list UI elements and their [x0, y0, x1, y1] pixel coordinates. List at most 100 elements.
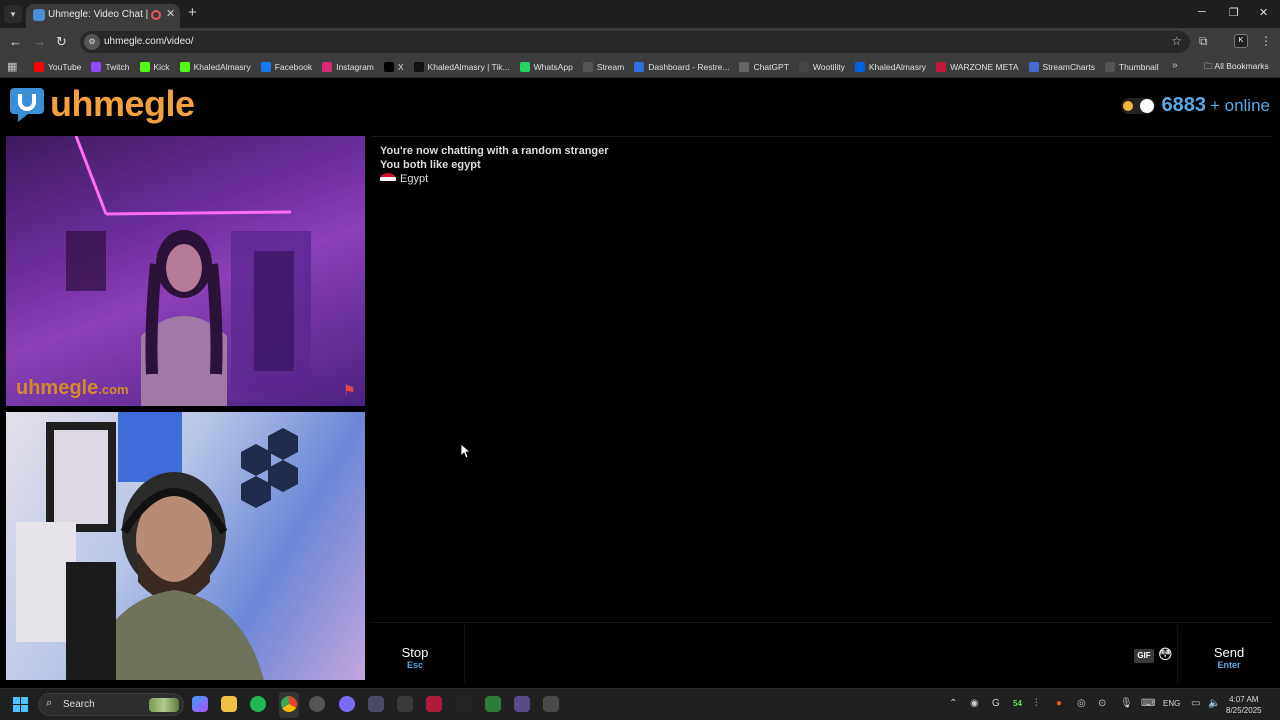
send-button[interactable]: Send Enter — [1186, 625, 1272, 683]
volume-icon[interactable]: 🔈 — [1208, 698, 1220, 709]
minimize-icon[interactable]: ─ — [1198, 6, 1206, 18]
reload-icon[interactable]: ↻ — [56, 34, 67, 50]
bookmark-item[interactable]: ChatGPT — [739, 62, 789, 72]
recording-indicator-icon — [151, 10, 161, 20]
app-icon-2[interactable] — [397, 696, 413, 712]
url-text[interactable]: uhmegle.com/video/ — [104, 36, 194, 47]
bookmark-item[interactable]: StreamCharts — [1028, 62, 1095, 72]
bookmark-item[interactable]: Twitch — [91, 62, 130, 72]
tab-search-chevron-icon[interactable]: ▾ — [4, 5, 22, 23]
obs-icon[interactable] — [309, 696, 325, 712]
taskbar-clock[interactable]: 4:07 AM 8/25/2025 — [1226, 694, 1262, 716]
country-name: Egypt — [400, 173, 429, 185]
windows-start-icon[interactable] — [13, 697, 28, 712]
windows-taskbar: ⌕ Search ⌃ ◉ G 54 ⫶ ● ◎ ⊙ 🎙 ⌨ ENG ▭ 🔈 4:… — [0, 688, 1280, 720]
bookmark-favicon-icon — [383, 62, 394, 72]
game-controller-icon[interactable] — [514, 696, 530, 712]
bookmark-favicon-icon — [179, 62, 190, 72]
bookmark-favicon-icon — [1104, 62, 1115, 72]
bookmark-favicon-icon — [634, 62, 645, 72]
emoji-picker-icon[interactable]: 😳 — [1158, 646, 1173, 663]
bookmark-item[interactable]: WhatsApp — [519, 62, 573, 72]
stop-button[interactable]: Stop Esc — [372, 625, 458, 683]
bookmark-item[interactable]: Stream — [582, 62, 624, 72]
more-bookmarks-icon[interactable]: » — [1172, 60, 1178, 71]
forward-icon[interactable]: → — [33, 34, 46, 49]
keyboard-icon[interactable]: ⌨ — [1141, 698, 1155, 709]
discord-icon[interactable] — [339, 696, 355, 712]
bookmark-favicon-icon — [413, 62, 424, 72]
file-explorer-icon[interactable] — [221, 696, 237, 712]
app-icon-1[interactable] — [368, 696, 384, 712]
bookmark-label: WhatsApp — [533, 62, 573, 72]
all-bookmarks-label: All Bookmarks — [1214, 61, 1269, 71]
settings-app-icon[interactable] — [543, 696, 559, 712]
stranger-country: Egypt — [380, 173, 428, 185]
bookmark-list: YouTube Twitch Kick KhaledAlmasry Facebook In… — [34, 56, 1159, 78]
bookmark-item[interactable]: Thumbnail — [1104, 62, 1159, 72]
bookmark-favicon-icon — [582, 62, 593, 72]
razer-icon[interactable] — [485, 696, 501, 712]
extensions-icon[interactable]: ⧉ — [1199, 34, 1208, 49]
logo-mark-icon — [10, 88, 44, 122]
profile-avatar[interactable]: K — [1234, 34, 1248, 48]
tray-counter: 54 — [1013, 699, 1022, 708]
bookmark-favicon-icon — [91, 62, 102, 72]
valorant-icon[interactable] — [426, 696, 442, 712]
report-flag-icon[interactable]: ⚑ — [343, 382, 359, 398]
input-language[interactable]: ENG — [1163, 699, 1180, 708]
browser-menu-icon[interactable]: ⋮ — [1260, 34, 1272, 48]
call-of-duty-icon[interactable] — [455, 696, 471, 712]
search-label: Search — [63, 699, 95, 710]
chat-common-interest: You both like egypt — [380, 159, 481, 171]
theme-toggle[interactable] — [1121, 97, 1156, 114]
bookmark-item[interactable]: Facebook — [260, 62, 312, 72]
stranger-video-scene — [66, 136, 311, 406]
mouse-cursor-icon — [461, 444, 471, 459]
tray-overflow-icon[interactable]: ⌃ — [949, 698, 957, 709]
apps-grid-icon[interactable]: ▦ — [7, 60, 17, 73]
bookmark-favicon-icon — [798, 62, 809, 72]
new-tab-icon[interactable]: + — [188, 5, 197, 21]
bookmark-item[interactable]: Wootility — [798, 62, 845, 72]
site-info-icon[interactable]: ⚙ — [84, 34, 100, 50]
message-input[interactable] — [464, 625, 1178, 683]
browser-tab[interactable]: Uhmegle: Video Chat | Ome ✕ — [26, 4, 180, 28]
bookmark-item[interactable]: Kick — [139, 62, 170, 72]
taskbar-search[interactable]: ⌕ Search — [38, 693, 184, 716]
gif-button[interactable]: GIF — [1134, 649, 1154, 663]
uhmegle-page: uhmegle 6883 + online uhmegle.com ⚑ You'… — [0, 78, 1280, 686]
chrome-icon[interactable] — [281, 696, 297, 712]
bookmark-item[interactable]: Instagram — [322, 62, 374, 72]
tray-record-icon[interactable]: ● — [1056, 698, 1062, 709]
back-icon[interactable]: ← — [9, 34, 22, 49]
microphone-icon[interactable]: 🎙 — [1120, 698, 1133, 709]
bookmark-label: Twitch — [105, 62, 130, 72]
maximize-icon[interactable]: ❐ — [1229, 6, 1239, 19]
bookmark-item[interactable]: YouTube — [34, 62, 81, 72]
bookmark-label: Dashboard - Restre... — [648, 62, 730, 72]
tab-close-icon[interactable]: ✕ — [166, 7, 175, 20]
network-display-icon[interactable]: ▭ — [1191, 698, 1200, 709]
spotify-icon[interactable] — [250, 696, 266, 712]
window-close-icon[interactable]: ✕ — [1259, 6, 1268, 19]
bookmark-item[interactable]: KhaledAlmasry — [179, 62, 251, 72]
tray-meter-icon[interactable]: ⫶ — [1035, 698, 1038, 709]
all-bookmarks-folder[interactable]: 🗀 All Bookmarks — [1204, 61, 1269, 75]
omnibox[interactable]: ⚙ uhmegle.com/video/ ☆ — [80, 31, 1190, 53]
bookmark-item[interactable]: Dashboard - Restre... — [634, 62, 729, 72]
tray-app-icon[interactable]: G — [992, 698, 1000, 709]
bookmark-label: Instagram — [336, 62, 374, 72]
bookmark-item[interactable]: KhaledAlmasry — [854, 62, 926, 72]
tray-discord-icon[interactable]: ◉ — [970, 698, 979, 709]
self-video-scene — [16, 412, 298, 680]
tray-shield-icon[interactable]: ⊙ — [1098, 698, 1106, 709]
bookmark-item[interactable]: X — [383, 62, 404, 72]
uhmegle-logo[interactable]: uhmegle — [8, 82, 195, 126]
bookmark-favicon-icon — [1028, 62, 1039, 72]
bookmark-item[interactable]: KhaledAlmasry | Tik... — [413, 62, 510, 72]
copilot-icon[interactable] — [192, 696, 208, 712]
bookmark-star-icon[interactable]: ☆ — [1171, 34, 1182, 48]
bookmark-item[interactable]: WARZONE META — [936, 62, 1019, 72]
tray-network-icon[interactable]: ◎ — [1077, 698, 1086, 709]
